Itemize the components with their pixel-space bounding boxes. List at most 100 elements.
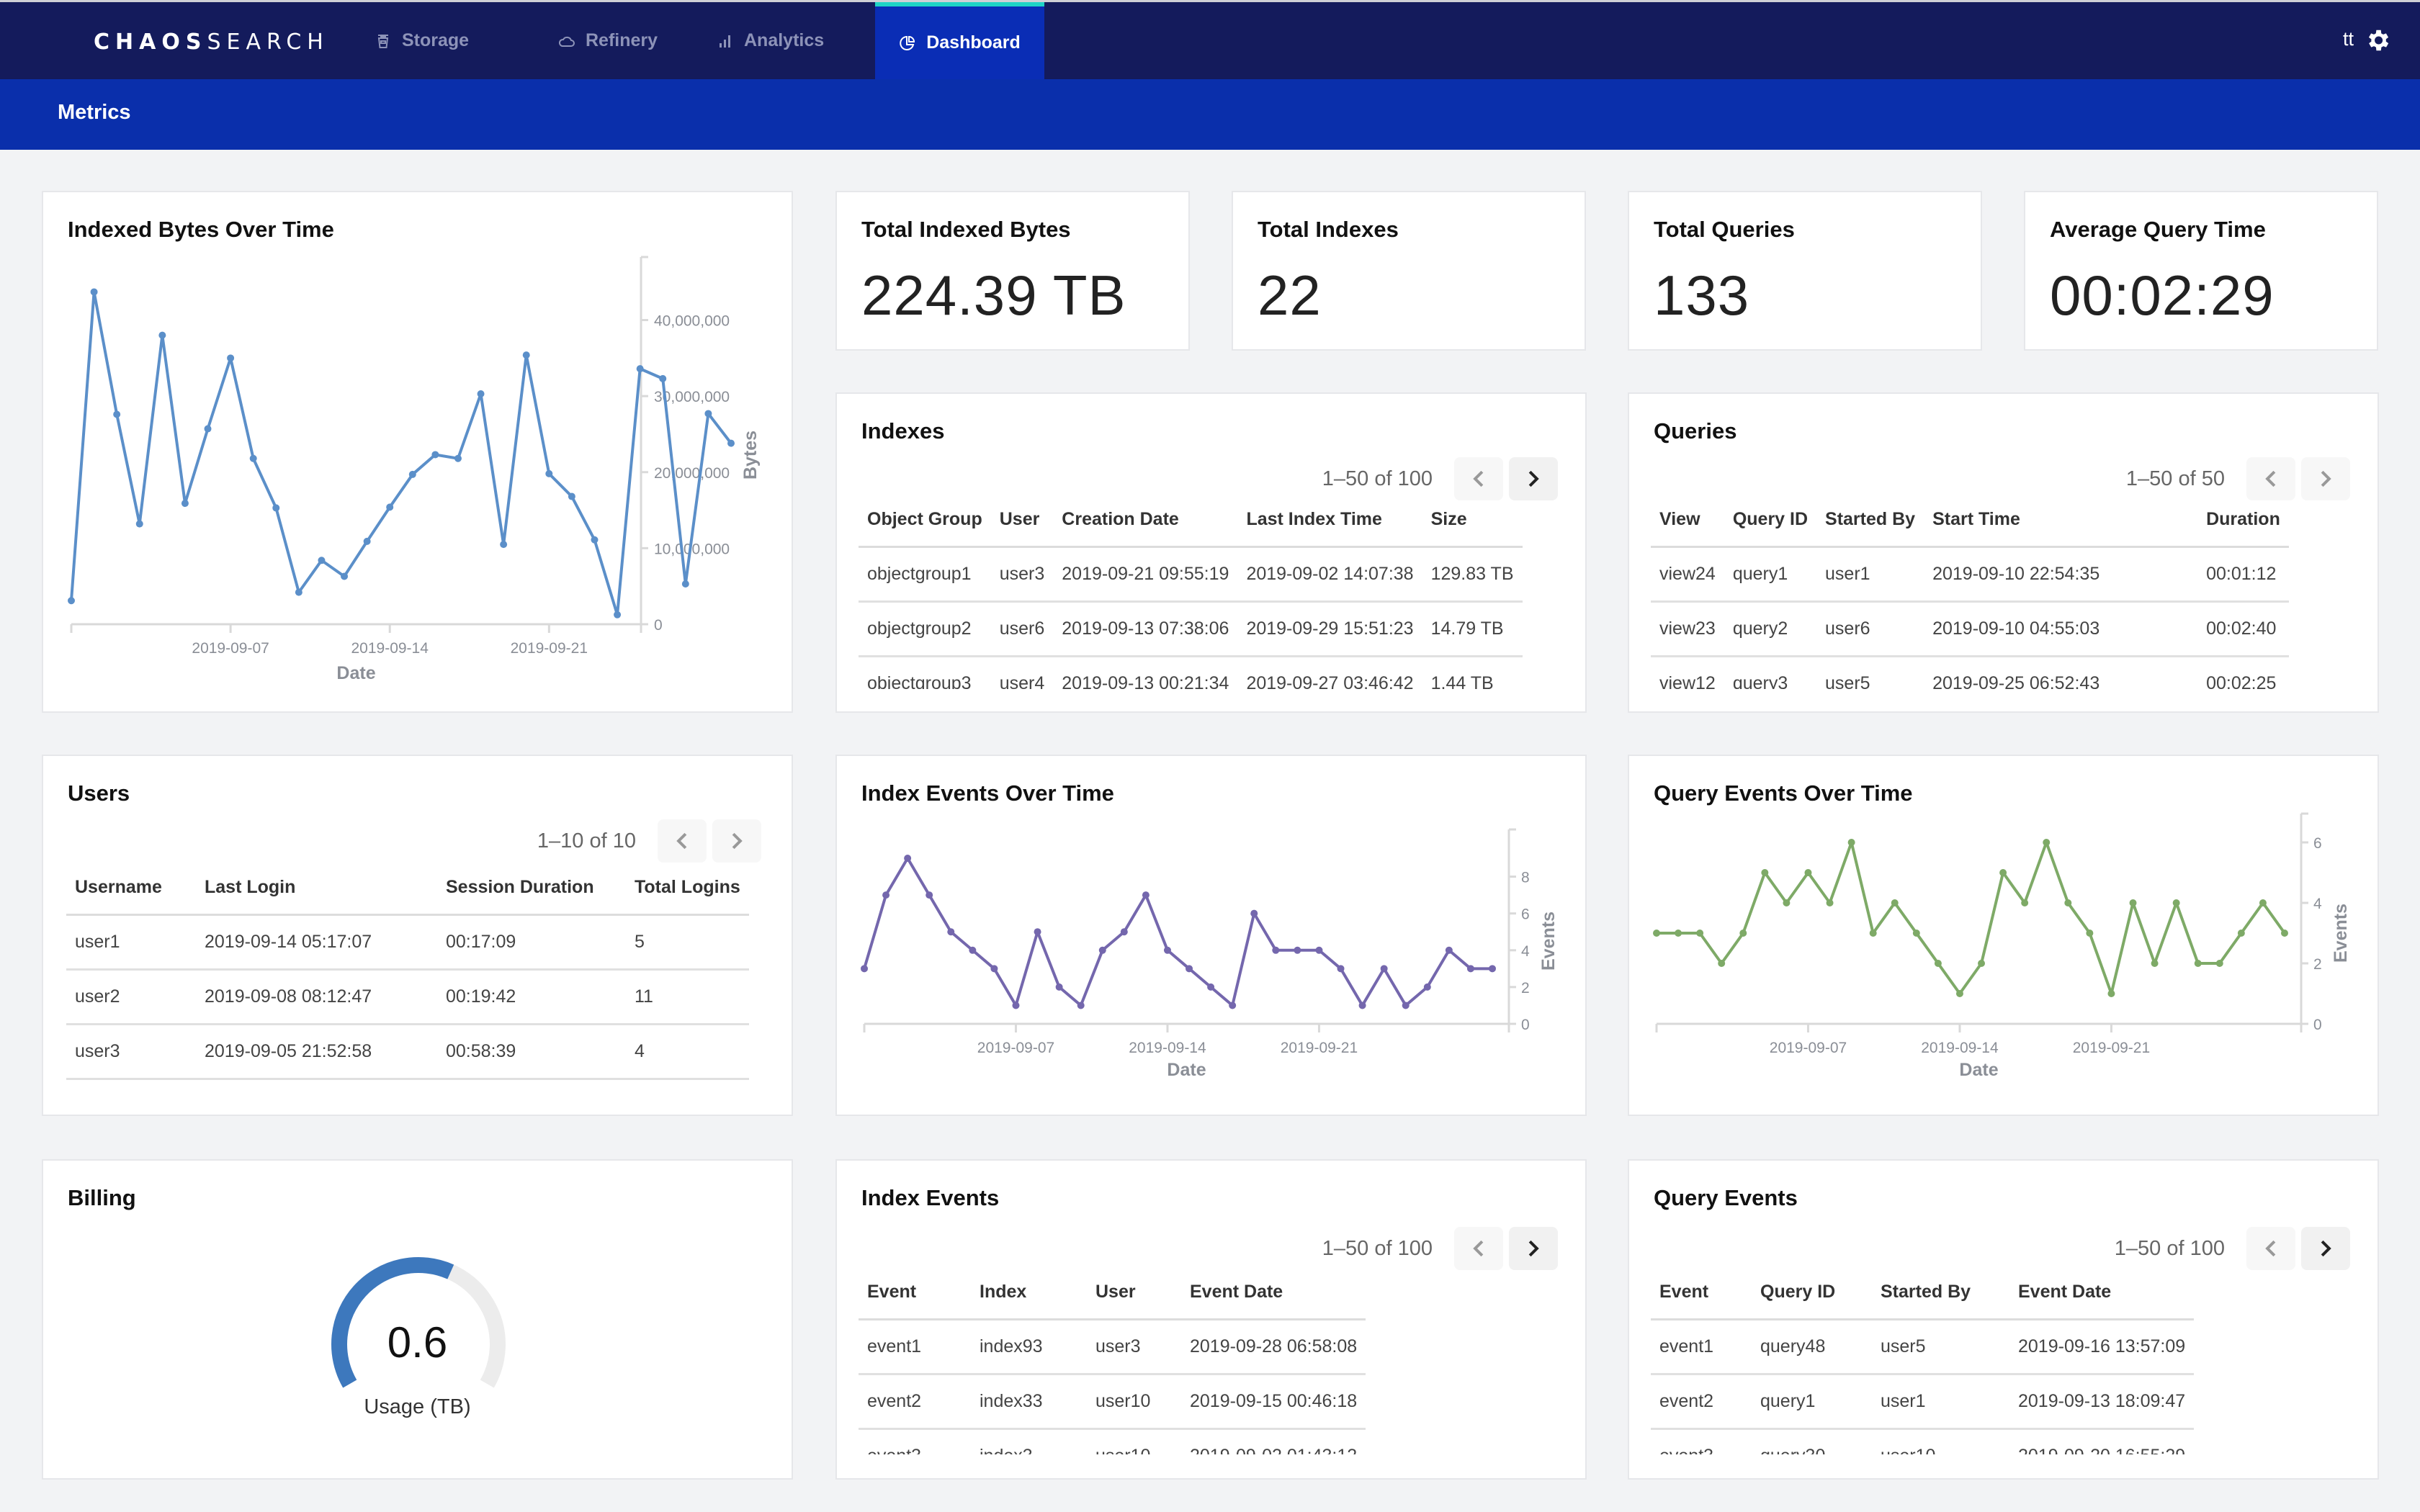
column-header[interactable]: Username xyxy=(66,877,196,916)
column-header[interactable]: Object Group xyxy=(859,509,991,548)
table-row[interactable]: objectgroup1 user3 2019-09-21 09:55:19 2… xyxy=(859,546,1523,603)
column-header[interactable]: Session Duration xyxy=(437,877,626,916)
next-page-button[interactable] xyxy=(712,819,761,863)
column-header[interactable]: Total Logins xyxy=(626,877,749,916)
pagination-range: 1–50 of 100 xyxy=(1322,467,1433,490)
data-point xyxy=(1978,960,1986,967)
prev-page-button[interactable] xyxy=(1454,1227,1503,1270)
column-header[interactable]: Query ID xyxy=(1724,509,1817,548)
table-row[interactable]: view23 query2 user6 2019-09-10 04:55:03 … xyxy=(1651,601,2289,657)
y-tick-label: 0 xyxy=(654,617,663,634)
column-header[interactable]: Event Date xyxy=(1181,1282,1366,1320)
column-header[interactable]: Event xyxy=(1651,1282,1752,1320)
table-row[interactable]: event1 index93 user3 2019-09-28 06:58:08 xyxy=(859,1319,1366,1375)
next-page-button[interactable] xyxy=(1509,457,1558,500)
prev-page-button[interactable] xyxy=(2246,1227,2295,1270)
table-scroll-area[interactable]: Object Group User Creation Date Last Ind… xyxy=(837,509,1585,689)
table-row[interactable]: view12 query3 user5 2019-09-25 06:52:43 … xyxy=(1651,656,2289,689)
column-header[interactable]: User xyxy=(990,509,1054,548)
table-scroll-area[interactable]: View Query ID Started By Start Time Dura… xyxy=(1629,509,2378,689)
prev-page-button[interactable] xyxy=(1454,457,1503,500)
column-header[interactable]: Duration xyxy=(2197,509,2289,548)
table-cell: user1 xyxy=(1872,1374,2009,1430)
column-header[interactable]: Started By xyxy=(1872,1282,2009,1320)
pagination: 1–50 of 100 xyxy=(1322,1227,1558,1270)
data-point xyxy=(1847,839,1855,846)
next-page-button[interactable] xyxy=(1509,1227,1558,1270)
table-row[interactable]: event3 query30 user10 2019-09-20 16:55:2… xyxy=(1651,1428,2195,1454)
table-cell: index3 xyxy=(971,1428,1087,1454)
chevron-left-icon xyxy=(2265,470,2276,487)
column-header[interactable]: User xyxy=(1087,1282,1181,1320)
table-row[interactable]: event2 index33 user10 2019-09-15 00:46:1… xyxy=(859,1374,1366,1430)
data-point xyxy=(2259,899,2267,906)
data-point xyxy=(386,503,394,511)
kpi-value: 133 xyxy=(1654,264,1750,327)
table-scroll-area[interactable]: Event Index User Event Date event1 index… xyxy=(837,1282,1585,1454)
prev-page-button[interactable] xyxy=(2246,457,2295,500)
column-header[interactable]: Started By xyxy=(1816,509,1924,548)
table-scroll-area[interactable]: Event Query ID Started By Event Date eve… xyxy=(1629,1282,2378,1454)
logo[interactable]: CHAOSSEARCH xyxy=(94,30,329,55)
next-page-button[interactable] xyxy=(2301,457,2350,500)
user-menu[interactable]: tt xyxy=(2343,28,2354,50)
nav-item-analytics[interactable]: Analytics xyxy=(702,2,838,79)
table-row[interactable]: user3 2019-09-05 21:52:58 00:58:39 4 xyxy=(66,1024,749,1080)
table-cell: 2019-09-15 00:46:18 xyxy=(1181,1374,1366,1430)
data-point xyxy=(2281,930,2288,937)
column-header[interactable]: Query ID xyxy=(1752,1282,1872,1320)
table-row[interactable]: event3 index3 user10 2019-09-02 01:43:12 xyxy=(859,1428,1366,1454)
column-header[interactable]: Last Login xyxy=(196,877,437,916)
data-point xyxy=(1380,965,1388,973)
data-point xyxy=(1466,965,1474,973)
table-row[interactable]: user1 2019-09-14 05:17:07 00:17:09 5 xyxy=(66,914,749,971)
data-point xyxy=(1337,965,1345,973)
data-point xyxy=(1761,869,1769,876)
data-point xyxy=(1445,946,1453,954)
chevron-right-icon xyxy=(732,832,743,850)
column-header[interactable]: Creation Date xyxy=(1053,509,1238,548)
data-point xyxy=(227,354,235,362)
x-axis-title: Date xyxy=(1167,1060,1206,1080)
data-point xyxy=(2129,899,2137,906)
data-point xyxy=(545,469,553,477)
prev-page-button[interactable] xyxy=(658,819,707,863)
table-row[interactable]: objectgroup2 user6 2019-09-13 07:38:06 2… xyxy=(859,601,1523,657)
series-line xyxy=(863,857,1492,1007)
data-point xyxy=(1826,899,1834,906)
table-cell: 2019-09-05 21:52:58 xyxy=(196,1024,437,1080)
pagination-range: 1–50 of 100 xyxy=(2114,1236,2225,1260)
pagination: 1–50 of 100 xyxy=(2115,1227,2350,1270)
column-header[interactable]: Size xyxy=(1422,509,1523,548)
nav-item-storage[interactable]: Storage xyxy=(360,2,483,79)
data-point xyxy=(2064,899,2072,906)
data-point xyxy=(681,580,689,588)
next-page-button[interactable] xyxy=(2301,1227,2350,1270)
column-header[interactable]: Last Index Time xyxy=(1237,509,1422,548)
users-table: Username Last Login Session Duration Tot… xyxy=(66,877,749,1080)
column-header[interactable]: View xyxy=(1651,509,1724,548)
data-point xyxy=(1055,983,1063,991)
column-header[interactable]: Event xyxy=(859,1282,971,1320)
column-header[interactable]: Index xyxy=(971,1282,1087,1320)
table-row[interactable]: view24 query1 user1 2019-09-10 22:54:35 … xyxy=(1651,546,2289,603)
table-header-row: Username Last Login Session Duration Tot… xyxy=(66,877,749,916)
column-header[interactable]: Start Time xyxy=(1924,509,2198,548)
table-row[interactable]: event1 query48 user5 2019-09-16 13:57:09 xyxy=(1651,1319,2195,1375)
nav-item-refinery[interactable]: Refinery xyxy=(544,2,672,79)
pagination: 1–50 of 100 xyxy=(1322,457,1558,500)
table-row[interactable]: event2 query1 user1 2019-09-13 18:09:47 xyxy=(1651,1374,2195,1430)
kpi-label: Total Queries xyxy=(1654,217,1795,242)
column-header[interactable]: Event Date xyxy=(2009,1282,2195,1320)
table-cell: view12 xyxy=(1651,656,1724,689)
nav-label: Dashboard xyxy=(926,32,1021,53)
nav-item-dashboard[interactable]: Dashboard xyxy=(875,2,1044,79)
table-row[interactable]: user2 2019-09-08 08:12:47 00:19:42 11 xyxy=(66,969,749,1025)
gear-icon[interactable] xyxy=(2364,27,2391,54)
table-row[interactable]: objectgroup3 user4 2019-09-13 00:21:34 2… xyxy=(859,656,1523,689)
x-tick-label: 2019-09-21 xyxy=(1281,1040,1358,1056)
table-cell: 2019-09-16 13:57:09 xyxy=(2009,1319,2195,1375)
series-line xyxy=(1657,841,2286,995)
table-cell: view24 xyxy=(1651,546,1724,603)
data-point xyxy=(1955,990,1963,997)
